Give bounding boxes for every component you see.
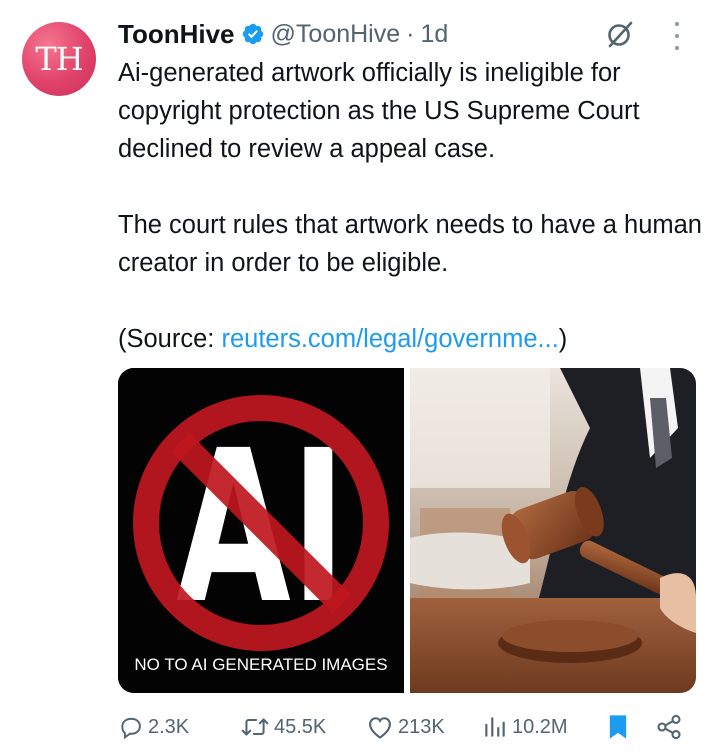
gavel-photo: [410, 368, 696, 693]
more-icon[interactable]: [670, 22, 684, 50]
tweet-text: Ai-generated artwork officially is ineli…: [118, 54, 708, 358]
tweet-paragraph: Ai-generated artwork officially is ineli…: [118, 59, 640, 163]
reply-icon: [121, 717, 141, 740]
author-handle[interactable]: @ToonHive: [271, 20, 401, 49]
views-icon: [485, 717, 505, 737]
grok-icon[interactable]: [604, 18, 636, 50]
views-count: 10.2M: [512, 715, 568, 738]
source-suffix: ): [558, 325, 568, 353]
avatar-initials: TH: [35, 40, 83, 78]
retweet-icon: [241, 718, 269, 736]
views-button[interactable]: 10.2M: [482, 710, 568, 744]
media-image-no-ai[interactable]: AI NO TO AI GENERATED IMAGES: [118, 368, 404, 693]
tweet-source: (Source: reuters.com/legal/governme...): [118, 320, 708, 358]
avatar[interactable]: TH: [22, 22, 96, 96]
tweet-paragraph: The court rules that artwork needs to ha…: [118, 211, 702, 277]
share-button[interactable]: [655, 710, 687, 744]
reply-button[interactable]: 2.3K: [118, 710, 189, 744]
like-count: 213K: [398, 715, 445, 738]
no-ai-graphic: AI: [118, 368, 404, 693]
media-grid: AI NO TO AI GENERATED IMAGES: [118, 368, 696, 693]
reply-count: 2.3K: [148, 715, 190, 738]
media-image-gavel[interactable]: [410, 368, 696, 693]
tweet-header: ToonHive @ToonHive · 1d: [118, 14, 448, 54]
like-button[interactable]: 213K: [366, 710, 445, 744]
share-icon: [657, 714, 681, 740]
like-icon: [369, 717, 391, 739]
bookmark-icon: [609, 715, 627, 739]
bookmark-button[interactable]: [606, 710, 634, 744]
no-ai-caption: NO TO AI GENERATED IMAGES: [134, 655, 388, 674]
retweet-button[interactable]: 45.5K: [240, 710, 326, 744]
separator-dot: ·: [406, 19, 415, 48]
more-dot: [675, 34, 679, 38]
source-prefix: (Source:: [118, 325, 222, 353]
timestamp[interactable]: 1d: [420, 20, 448, 49]
tweet-actions: 2.3K 45.5K 213K 10.2M: [118, 710, 708, 744]
more-dot: [675, 22, 679, 26]
verified-badge-icon: [242, 23, 263, 45]
source-link[interactable]: reuters.com/legal/governme...: [221, 325, 558, 353]
more-dot: [675, 46, 679, 50]
author-name[interactable]: ToonHive: [118, 19, 235, 50]
retweet-count: 45.5K: [274, 715, 327, 738]
